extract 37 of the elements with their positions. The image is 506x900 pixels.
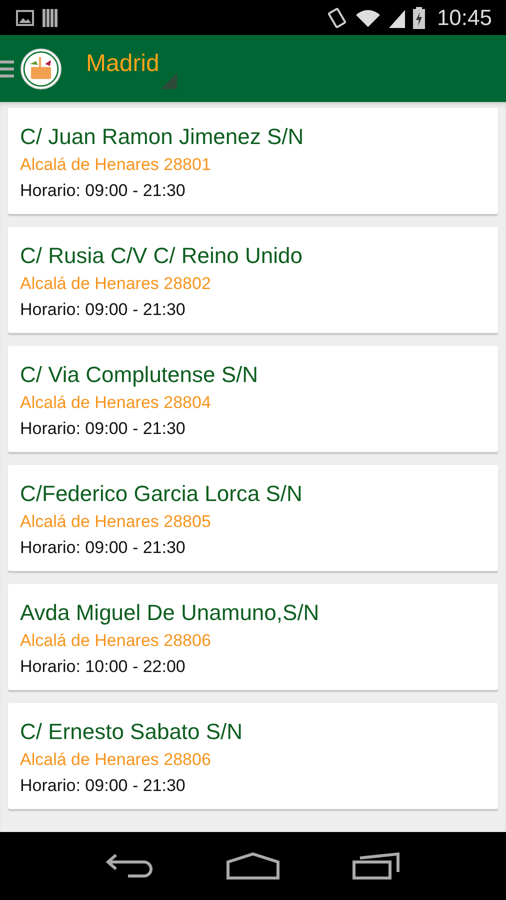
image-icon — [16, 10, 34, 26]
signal-icon — [388, 8, 405, 28]
store-hours: Horario: 10:00 - 22:00 — [20, 656, 186, 678]
store-hours: Horario: 09:00 - 21:30 — [20, 299, 186, 321]
store-city: Alcalá de Henares 28806 — [20, 630, 212, 652]
store-address: C/ Via Complutense S/N — [20, 361, 260, 389]
store-card[interactable]: C/ Juan Ramon Jimenez S/N Alcalá de Henares 28801 Horario: 09:00 - 21:30 — [8, 108, 498, 214]
menu-icon[interactable] — [0, 58, 14, 78]
store-card[interactable]: C/ Ernesto Sabato S/N Alcalá de Henares 28806 Horario: 09:00 - 21:30 — [8, 703, 498, 809]
store-card[interactable]: Avda Miguel De Unamuno,S/N Alcalá de Henares 28806 Horario: 10:00 - 22:00 — [8, 584, 498, 690]
barcode-icon — [42, 8, 60, 26]
store-address: C/Federico Garcia Lorca S/N — [20, 480, 304, 508]
store-city: Alcalá de Henares 28801 — [20, 154, 212, 176]
battery-icon — [412, 6, 425, 28]
home-icon[interactable] — [226, 852, 280, 880]
dropdown-corner-icon — [161, 72, 178, 88]
store-hours: Horario: 09:00 - 21:30 — [20, 775, 186, 797]
store-hours: Horario: 09:00 - 21:30 — [20, 418, 186, 440]
back-icon[interactable] — [106, 853, 154, 879]
recent-apps-icon[interactable] — [352, 852, 400, 880]
store-city: Alcalá de Henares 28802 — [20, 273, 212, 295]
store-address: C/ Juan Ramon Jimenez S/N — [20, 123, 305, 151]
store-address: C/ Ernesto Sabato S/N — [20, 718, 244, 746]
store-hours: Horario: 09:00 - 21:30 — [20, 537, 186, 559]
vibrate-icon — [326, 6, 347, 28]
store-city: Alcalá de Henares 28804 — [20, 392, 212, 414]
basket-logo-icon[interactable] — [20, 48, 62, 90]
store-card[interactable]: C/Federico Garcia Lorca S/N Alcalá de Henares 28805 Horario: 09:00 - 21:30 — [8, 465, 498, 571]
status-time: 10:45 — [436, 4, 492, 30]
store-card[interactable]: C/ Rusia C/V C/ Reino Unido Alcalá de Henares 28802 Horario: 09:00 - 21:30 — [8, 227, 498, 333]
store-city: Alcalá de Henares 28806 — [20, 749, 212, 771]
wifi-icon — [354, 8, 381, 28]
store-card[interactable]: C/ Via Complutense S/N Alcalá de Henares 28804 Horario: 09:00 - 21:30 — [8, 346, 498, 452]
store-address: C/ Rusia C/V C/ Reino Unido — [20, 242, 304, 270]
store-city: Alcalá de Henares 28805 — [20, 511, 212, 533]
store-hours: Horario: 09:00 - 21:30 — [20, 180, 186, 202]
store-address: Avda Miguel De Unamuno,S/N — [20, 599, 320, 627]
